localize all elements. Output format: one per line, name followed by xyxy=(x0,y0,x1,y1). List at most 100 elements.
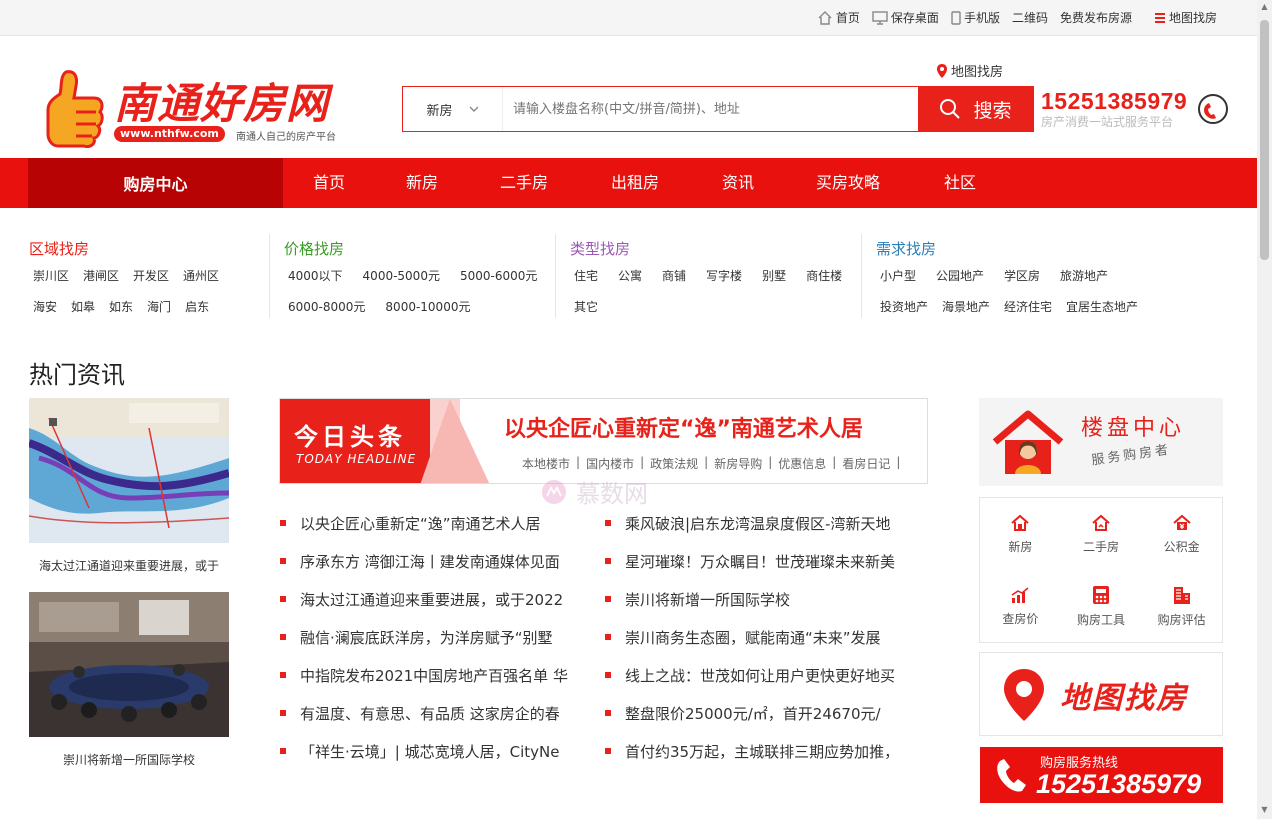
filter-price-title: 价格找房 xyxy=(284,240,345,258)
news-item[interactable]: 乘风破浪|启东龙湾温泉度假区-湾新天地 xyxy=(605,504,917,542)
news-item-title: 「祥生·云境」| 城芯宽境人居，CityNe xyxy=(300,742,560,761)
filter-need-item[interactable]: 学区房 xyxy=(1004,267,1040,284)
news-image-caption[interactable]: 崇川将新增一所国际学校 xyxy=(29,751,229,768)
news-item[interactable]: 首付约35万起，主城联排三期应势加推， xyxy=(605,732,917,770)
tools-grid: 新房 二手房 公积金 查房价 购房工具 购房评估 xyxy=(979,497,1223,643)
filter-price-item[interactable]: 5000-6000元 xyxy=(460,267,537,284)
scroll-down-icon[interactable]: ▼ xyxy=(1260,806,1269,814)
nav-home[interactable]: 首页 xyxy=(313,158,345,208)
filter-price-item[interactable]: 6000-8000元 xyxy=(288,298,365,315)
filter-need-item[interactable]: 投资地产 xyxy=(880,298,928,315)
topbar-publish[interactable]: 免费发布房源 xyxy=(1060,9,1132,26)
topbar-home[interactable]: 首页 xyxy=(817,9,860,26)
filter-price-item[interactable]: 4000-5000元 xyxy=(363,267,440,284)
filter-region-item[interactable]: 海安 xyxy=(33,298,57,315)
news-item[interactable]: 有温度、有意思、有品质 这家房企的春 xyxy=(280,694,585,732)
tool-check-price[interactable]: 查房价 xyxy=(980,570,1061,642)
news-item[interactable]: 融信·澜宸底跃洋房，为洋房赋予“别墅 xyxy=(280,618,585,656)
filter-need-item[interactable]: 海景地产 xyxy=(942,298,990,315)
search-input[interactable] xyxy=(503,87,918,131)
site-logo[interactable]: 南通好房网 www.nthfw.com 南通人自己的房产平台 xyxy=(46,68,346,150)
topbar-publish-label: 免费发布房源 xyxy=(1059,11,1132,25)
map-thumbnail-image xyxy=(29,398,229,543)
news-item[interactable]: 中指院发布2021中国房地产百强名单 华 xyxy=(280,656,585,694)
banner-tag[interactable]: 看房日记 xyxy=(842,455,890,472)
hotline-subtitle: 房产消费一站式服务平台 xyxy=(1041,115,1174,129)
filter-price-item[interactable]: 8000-10000元 xyxy=(385,298,470,315)
filter-region-item[interactable]: 开发区 xyxy=(133,267,169,284)
location-pin-icon xyxy=(1004,669,1044,721)
filter-region-item[interactable]: 如皋 xyxy=(71,298,95,315)
news-item[interactable]: 整盘限价25000元/㎡，首开24670元/ xyxy=(605,694,917,732)
filter-need-item[interactable]: 公园地产 xyxy=(936,267,984,284)
tool-housing-fund[interactable]: 公积金 xyxy=(1141,498,1222,570)
news-item[interactable]: 崇川商务生态圈，赋能南通“未来”发展 xyxy=(605,618,917,656)
tag-separator: | xyxy=(896,455,901,469)
scroll-up-icon[interactable]: ▲ xyxy=(1260,3,1269,11)
news-item[interactable]: 线上之战：世茂如何让用户更快更好地买 xyxy=(605,656,917,694)
topbar-mobile[interactable]: 手机版 xyxy=(951,9,1000,26)
topbar-map[interactable]: 地图找房 xyxy=(1154,9,1217,26)
banner-tag[interactable]: 优惠信息 xyxy=(778,455,826,472)
topbar-qrcode[interactable]: 二维码 xyxy=(1012,9,1048,26)
filter-type-item[interactable]: 商铺 xyxy=(662,267,686,284)
scrollbar-thumb[interactable] xyxy=(1260,20,1269,260)
tag-separator: | xyxy=(576,455,581,469)
filter-need-item[interactable]: 宜居生态地产 xyxy=(1066,298,1138,315)
news-item[interactable]: 序承东方 湾御江海丨建发南通媒体见面 xyxy=(280,542,585,580)
news-item[interactable]: 崇川将新增一所国际学校 xyxy=(605,580,917,618)
page-scrollbar[interactable]: ▲ ▼ xyxy=(1257,0,1272,819)
filter-price-item[interactable]: 4000以下 xyxy=(288,267,343,284)
header-map-find[interactable]: 地图找房 xyxy=(936,61,1003,80)
news-image-caption[interactable]: 海太过江通道迎来重要进展，或于 xyxy=(29,557,229,574)
news-image-map[interactable] xyxy=(29,398,229,543)
news-item[interactable]: 「祥生·云境」| 城芯宽境人居，CityNe xyxy=(280,732,585,770)
filter-type-item[interactable]: 商住楼 xyxy=(806,267,842,284)
filter-need-item[interactable]: 小户型 xyxy=(880,267,916,284)
thumbs-up-logo-icon xyxy=(46,70,104,148)
filter-need-item[interactable]: 经济住宅 xyxy=(1004,298,1052,315)
filter-region-item[interactable]: 启东 xyxy=(185,298,209,315)
news-item-title: 乘风破浪|启东龙湾温泉度假区-湾新天地 xyxy=(625,514,891,533)
banner-tag[interactable]: 国内楼市 xyxy=(586,455,634,472)
service-hotline-card[interactable]: 购房服务热线 15251385979 xyxy=(980,747,1223,803)
filter-need-item[interactable]: 旅游地产 xyxy=(1060,267,1108,284)
map-find-card[interactable]: 地图找房 xyxy=(979,652,1223,736)
tool-second-hand[interactable]: 二手房 xyxy=(1061,498,1142,570)
news-item[interactable]: 星河璀璨！万众瞩目！世茂璀璨未来新美 xyxy=(605,542,917,580)
banner-headline[interactable]: 以央企匠心重新定“逸”南通艺术人居 xyxy=(504,411,863,443)
banner-tag[interactable]: 本地楼市 xyxy=(522,455,570,472)
news-item[interactable]: 以央企匠心重新定“逸”南通艺术人居 xyxy=(280,504,585,542)
today-headline-banner[interactable]: 今日头条 TODAY HEADLINE 以央企匠心重新定“逸”南通艺术人居 本地… xyxy=(279,398,928,484)
nav-purchase-center[interactable]: 购房中心 xyxy=(28,158,283,208)
filter-region-item[interactable]: 海门 xyxy=(147,298,171,315)
filter-type-item[interactable]: 公寓 xyxy=(618,267,642,284)
news-image-meeting[interactable] xyxy=(29,592,229,737)
nav-news[interactable]: 资讯 xyxy=(722,158,754,208)
filter-type-item[interactable]: 其它 xyxy=(574,298,598,315)
nav-rental[interactable]: 出租房 xyxy=(611,158,659,208)
filter-region-item[interactable]: 崇川区 xyxy=(33,267,69,284)
nav-community[interactable]: 社区 xyxy=(944,158,976,208)
tool-assessment[interactable]: 购房评估 xyxy=(1141,570,1222,642)
news-item[interactable]: 海太过江通道迎来重要进展，或于2022 xyxy=(280,580,585,618)
search-type-select[interactable]: 新房 xyxy=(403,87,503,131)
nav-new-house[interactable]: 新房 xyxy=(406,158,438,208)
loupan-center-card[interactable]: 楼盘中心 服务购房者 xyxy=(979,398,1223,486)
filter-region-item[interactable]: 通州区 xyxy=(183,267,219,284)
search-button[interactable]: 搜索 xyxy=(918,87,1033,131)
nav-guide[interactable]: 买房攻略 xyxy=(816,158,880,208)
nav-second-hand[interactable]: 二手房 xyxy=(500,158,548,208)
topbar-map-label: 地图找房 xyxy=(1168,11,1217,25)
banner-tag[interactable]: 政策法规 xyxy=(650,455,698,472)
brand-url: www.nthfw.com xyxy=(114,126,225,142)
topbar-save-desktop[interactable]: 保存桌面 xyxy=(872,9,939,26)
tool-calculator[interactable]: 购房工具 xyxy=(1061,570,1142,642)
filter-region-item[interactable]: 港闸区 xyxy=(83,267,119,284)
filter-type-item[interactable]: 住宅 xyxy=(574,267,598,284)
banner-tag[interactable]: 新房导购 xyxy=(714,455,762,472)
filter-type-item[interactable]: 写字楼 xyxy=(706,267,742,284)
filter-type-item[interactable]: 别墅 xyxy=(762,267,786,284)
filter-region-item[interactable]: 如东 xyxy=(109,298,133,315)
tool-new-house[interactable]: 新房 xyxy=(980,498,1061,570)
